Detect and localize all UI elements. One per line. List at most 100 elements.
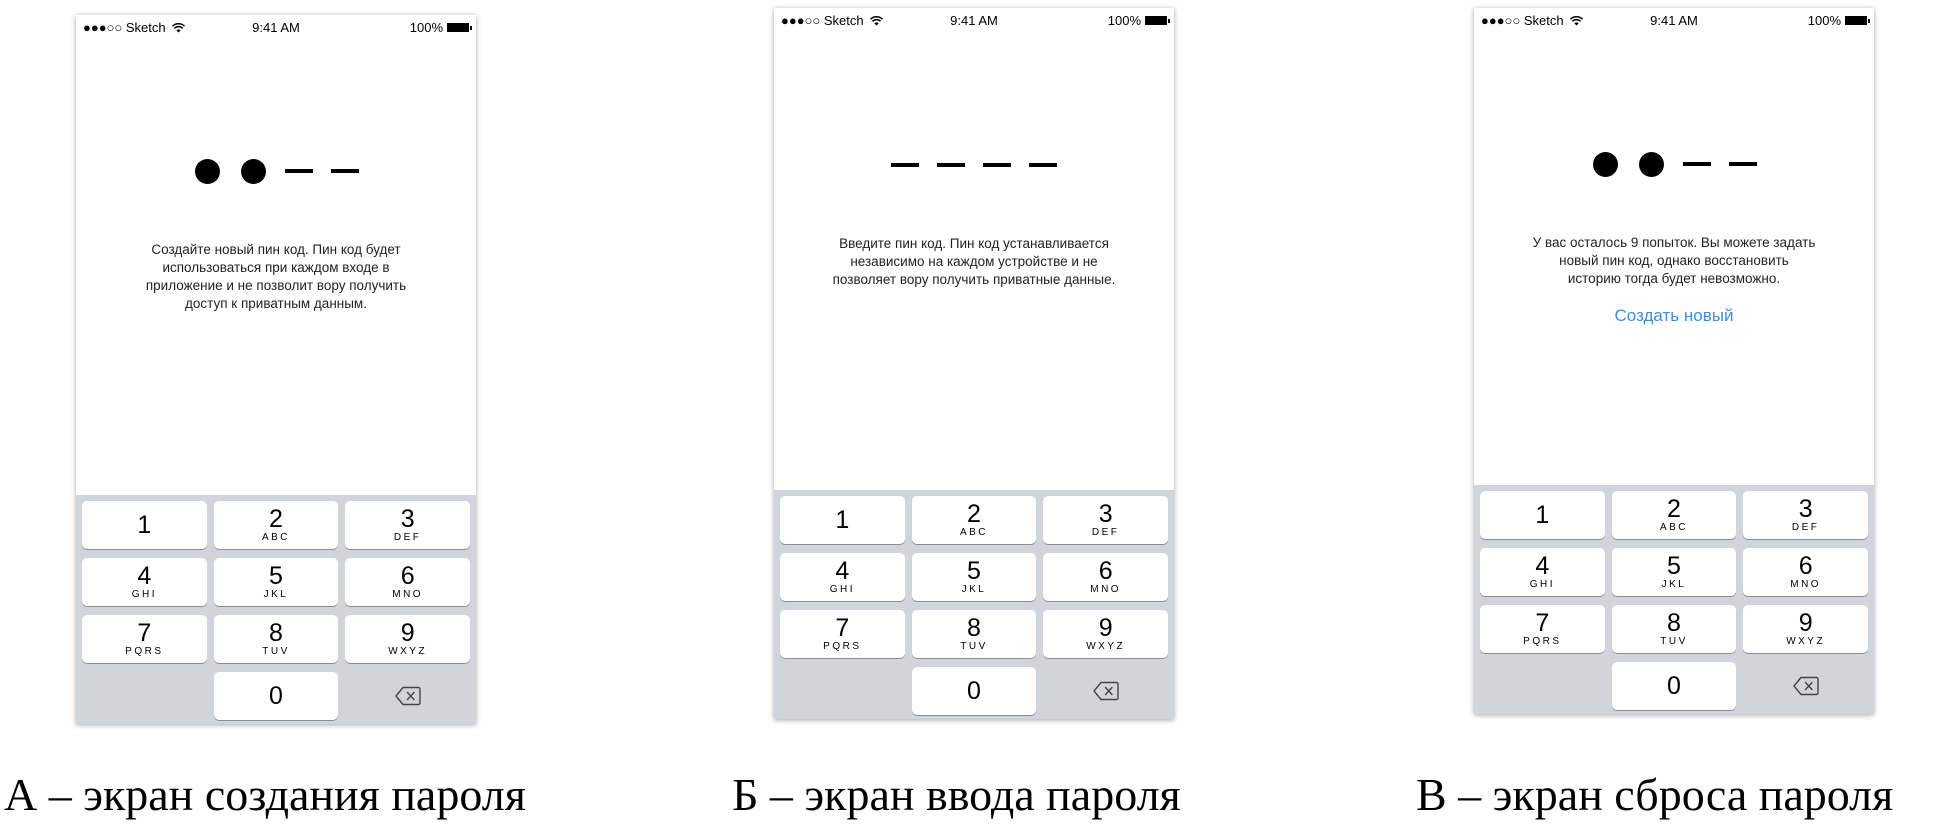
key-0[interactable]: 0 — [213, 672, 339, 720]
delete-key[interactable] — [1043, 667, 1168, 715]
pin-dash — [285, 169, 313, 173]
phone-screen-enter: ●●●○○ Sketch 9:41 AM 100% Введите пин ко… — [774, 8, 1174, 719]
key-3[interactable]: 3 DEF — [1743, 491, 1868, 539]
key-digit: 2 — [967, 500, 981, 528]
key-5[interactable]: 5 JKL — [1611, 548, 1737, 596]
battery-percent: 100% — [1107, 13, 1141, 28]
backspace-icon — [1792, 676, 1819, 696]
key-letters: ABC — [1659, 522, 1689, 533]
key-8[interactable]: 8 TUV — [1611, 605, 1737, 653]
pin-dash-empty — [285, 157, 313, 185]
pin-dash-empty — [937, 151, 965, 179]
key-digit: 7 — [137, 619, 152, 647]
key-digit: 2 — [1667, 495, 1681, 523]
keypad-blank — [1480, 662, 1605, 710]
pin-dash — [331, 169, 359, 173]
key-2[interactable]: 2 ABC — [911, 496, 1037, 544]
key-letters: WXYZ — [1786, 636, 1826, 647]
delete-key[interactable] — [1743, 662, 1868, 710]
status-bar: ●●●○○ Sketch 9:41 AM 100% — [76, 15, 476, 39]
battery-percent: 100% — [409, 20, 443, 35]
key-3[interactable]: 3 DEF — [1043, 496, 1168, 544]
create-new-link[interactable]: Создать новый — [1474, 306, 1874, 326]
backspace-icon — [1092, 681, 1119, 701]
key-0[interactable]: 0 — [911, 667, 1037, 715]
key-digit: 9 — [1798, 609, 1813, 637]
key-digit: 9 — [1098, 614, 1113, 642]
keypad-blank — [780, 667, 905, 715]
key-7[interactable]: 7 PQRS — [82, 615, 207, 663]
battery-icon — [1845, 16, 1870, 25]
key-7[interactable]: 7 PQRS — [1480, 605, 1605, 653]
key-digit: 3 — [400, 505, 415, 533]
key-letters: MNO — [1790, 579, 1822, 590]
key-1[interactable]: 1 — [1480, 491, 1605, 539]
key-letters: PQRS — [125, 646, 164, 657]
key-6[interactable]: 6 MNO — [1043, 553, 1168, 601]
key-5[interactable]: 5 JKL — [911, 553, 1037, 601]
pin-dot-filled — [239, 157, 267, 185]
key-letters: WXYZ — [1086, 641, 1126, 652]
pin-dash-empty — [983, 151, 1011, 179]
key-letters: TUV — [1660, 636, 1688, 647]
caption-reset: В – экран сброса пароля — [1416, 769, 1894, 820]
key-digit: 8 — [1667, 609, 1681, 637]
key-1[interactable]: 1 — [82, 501, 207, 549]
key-4[interactable]: 4 GHI — [82, 558, 207, 606]
key-digit: 9 — [400, 619, 415, 647]
key-digit: 4 — [137, 562, 152, 590]
key-digit: 8 — [269, 619, 283, 647]
pin-dot — [194, 158, 220, 184]
pin-indicator — [774, 151, 1174, 179]
key-9[interactable]: 9 WXYZ — [1043, 610, 1168, 658]
key-digit: 6 — [1098, 557, 1113, 585]
key-letters: DEF — [1791, 522, 1820, 533]
phone-screen-create: ●●●○○ Sketch 9:41 AM 100% Создайте новый… — [76, 15, 476, 724]
pin-dash — [891, 163, 919, 167]
key-letters: DEF — [1091, 527, 1120, 538]
key-0[interactable]: 0 — [1611, 662, 1737, 710]
key-letters: GHI — [131, 589, 157, 600]
key-2[interactable]: 2 ABC — [1611, 491, 1737, 539]
key-digit: 2 — [269, 505, 283, 533]
key-letters: TUV — [262, 646, 290, 657]
caption-create: А – экран создания пароля — [4, 769, 526, 820]
keypad-blank — [82, 672, 207, 720]
key-digit: 7 — [1535, 609, 1550, 637]
pin-dash — [1729, 162, 1757, 166]
key-letters: ABC — [261, 532, 291, 543]
key-8[interactable]: 8 TUV — [911, 610, 1037, 658]
battery-percent: 100% — [1807, 13, 1841, 28]
key-7[interactable]: 7 PQRS — [780, 610, 905, 658]
key-digit: 5 — [967, 557, 981, 585]
key-1[interactable]: 1 — [780, 496, 905, 544]
key-3[interactable]: 3 DEF — [345, 501, 470, 549]
key-letters: JKL — [1661, 579, 1687, 590]
key-digit: 1 — [835, 506, 850, 534]
key-letters: MNO — [392, 589, 424, 600]
description-text: Введите пин код. Пин код устанавливается… — [832, 236, 1116, 287]
key-5[interactable]: 5 JKL — [213, 558, 339, 606]
pin-dot — [1638, 151, 1664, 177]
key-9[interactable]: 9 WXYZ — [1743, 605, 1868, 653]
pin-dash — [983, 163, 1011, 167]
pin-dot-filled — [193, 157, 221, 185]
key-4[interactable]: 4 GHI — [780, 553, 905, 601]
key-8[interactable]: 8 TUV — [213, 615, 339, 663]
key-6[interactable]: 6 MNO — [1743, 548, 1868, 596]
delete-key[interactable] — [345, 672, 470, 720]
description-text: Создайте новый пин код. Пин код будет ис… — [145, 242, 407, 311]
pin-dot — [240, 158, 266, 184]
key-2[interactable]: 2 ABC — [213, 501, 339, 549]
key-letters: DEF — [393, 532, 422, 543]
key-digit: 0 — [269, 682, 283, 710]
key-digit: 6 — [400, 562, 415, 590]
key-9[interactable]: 9 WXYZ — [345, 615, 470, 663]
key-letters: WXYZ — [388, 646, 428, 657]
numeric-keypad: 1 2 ABC 3 DEF 4 GHI 5 JKL 6 MNO 7 PQRS 8 TUV 9 WXYZ 0 — [76, 495, 476, 724]
status-bar: ●●●○○ Sketch 9:41 AM 100% — [774, 8, 1174, 32]
key-6[interactable]: 6 MNO — [345, 558, 470, 606]
pin-dash-empty — [1729, 150, 1757, 178]
key-4[interactable]: 4 GHI — [1480, 548, 1605, 596]
key-letters: GHI — [1529, 579, 1555, 590]
